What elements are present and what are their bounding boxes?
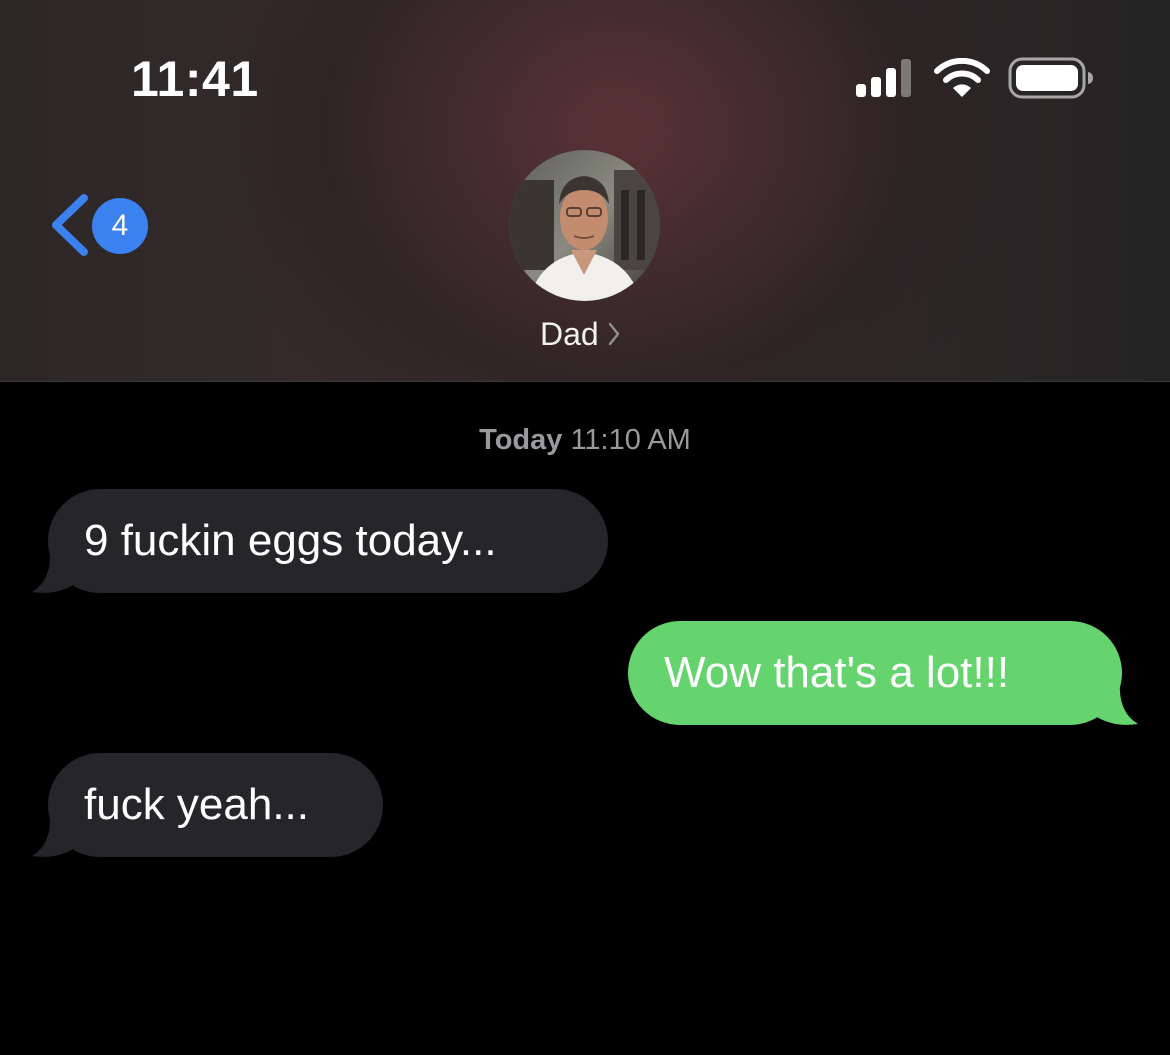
message-timestamp: Today 11:10 AM xyxy=(0,420,1170,460)
message-bubble[interactable]: 9 fuckin eggs today... xyxy=(48,489,608,593)
contact-photo xyxy=(509,150,660,301)
message-text: fuck yeah... xyxy=(84,780,310,829)
cellular-signal-icon xyxy=(856,59,911,97)
unread-count-badge: 4 xyxy=(92,198,148,254)
contact-name: Dad xyxy=(540,315,599,352)
wifi-icon xyxy=(934,58,990,97)
chevron-right-icon xyxy=(608,322,619,346)
message-text: 9 fuckin eggs today... xyxy=(84,516,497,565)
avatar[interactable] xyxy=(509,150,660,301)
chevron-left-icon xyxy=(52,194,88,256)
contact-name-button[interactable]: Dad xyxy=(540,312,621,356)
back-button[interactable]: 4 xyxy=(44,188,154,264)
battery-icon xyxy=(1008,57,1093,99)
status-bar-time: 11:41 xyxy=(131,51,259,107)
message-bubble[interactable]: Wow that's a lot!!! xyxy=(628,621,1122,725)
message-text: Wow that's a lot!!! xyxy=(664,648,1010,697)
timestamp-day: Today xyxy=(479,424,563,456)
timestamp-time: 11:10 AM xyxy=(570,424,691,456)
message-bubble[interactable]: fuck yeah... xyxy=(48,753,383,857)
conversation-header: 11:41 4 Dad xyxy=(0,0,1170,382)
